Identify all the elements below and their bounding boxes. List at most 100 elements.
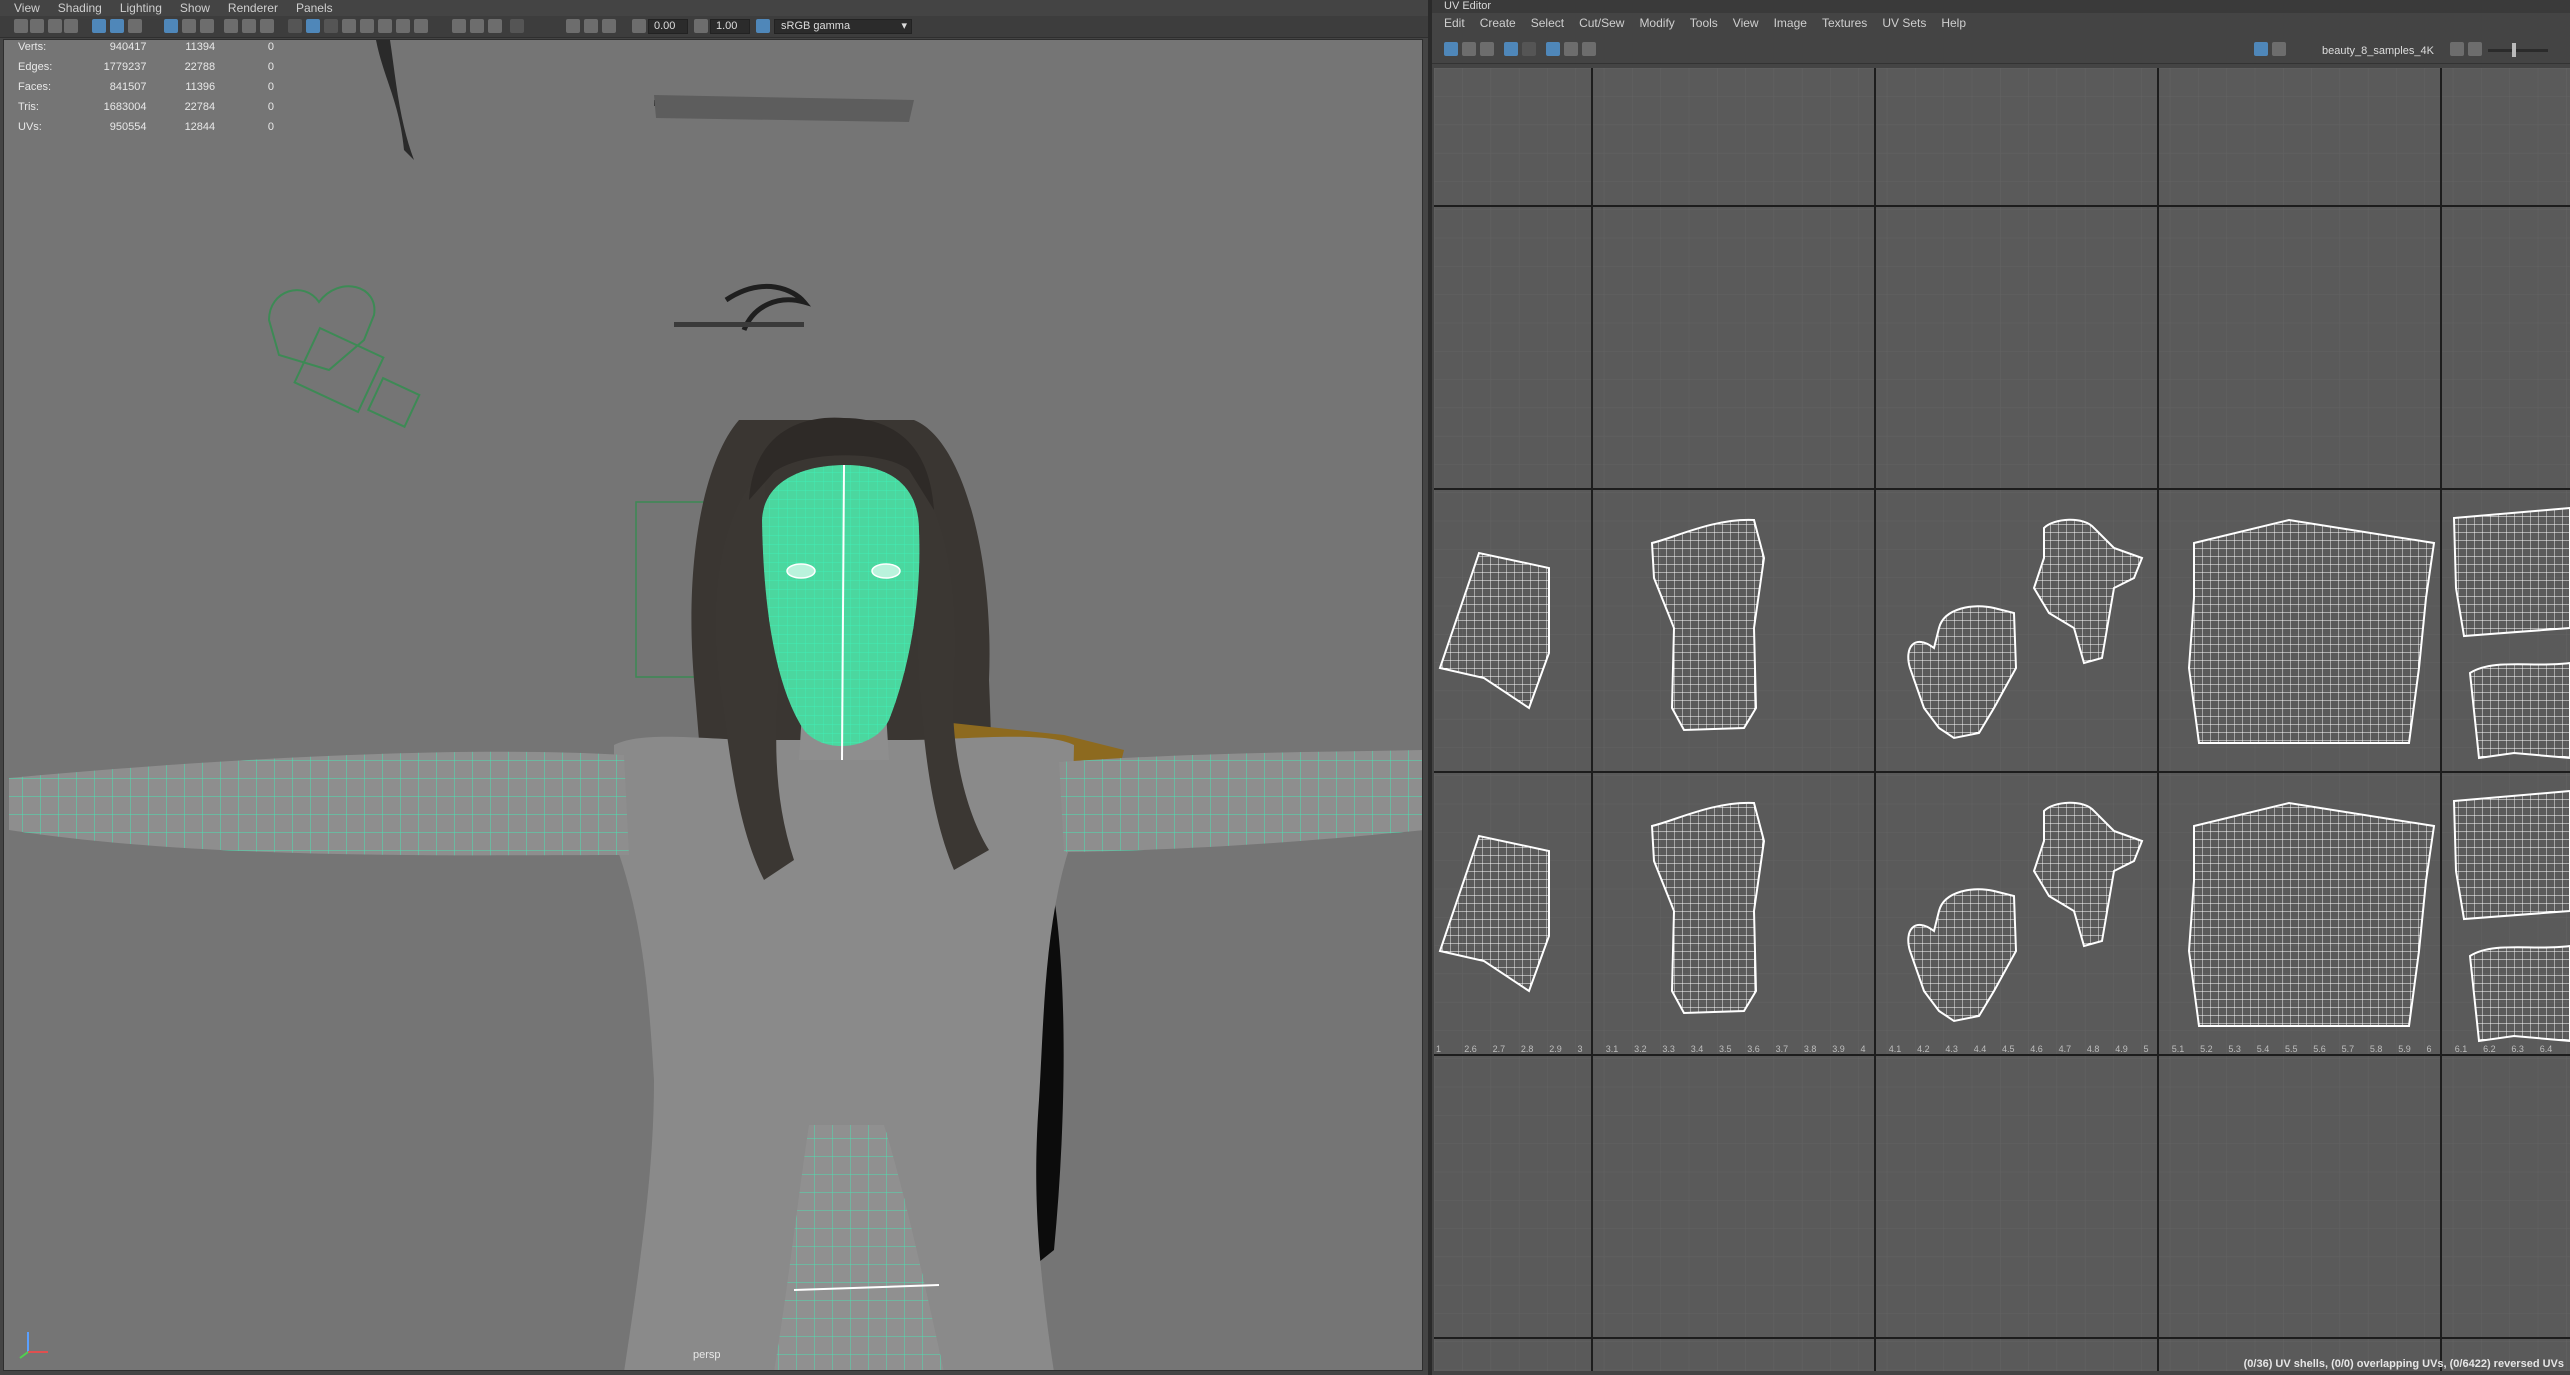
xray-icon[interactable] xyxy=(342,19,356,33)
grease-pencil-icon[interactable] xyxy=(110,19,124,33)
menu-panels[interactable]: Panels xyxy=(296,1,333,15)
uv-tick-label: 5.6 xyxy=(2313,1044,2326,1054)
exposure-icon[interactable] xyxy=(632,19,646,33)
hud-value: 12844 xyxy=(184,121,216,133)
uv-exposure-slider[interactable] xyxy=(2488,49,2548,52)
slider-handle[interactable] xyxy=(2512,43,2516,57)
bookmark-icon[interactable] xyxy=(48,19,62,33)
motion-blur-icon[interactable] xyxy=(470,19,484,33)
uv-tick-label: 3 xyxy=(1578,1044,1583,1054)
wireframe-on-shaded-icon[interactable] xyxy=(324,19,338,33)
uv-menu-view[interactable]: View xyxy=(1733,16,1759,30)
hud-value: 0 xyxy=(267,101,274,113)
hud-value: 11394 xyxy=(185,41,216,53)
menu-lighting[interactable]: Lighting xyxy=(120,1,162,15)
texture-select[interactable]: beauty_8_samples_4K xyxy=(2322,45,2434,57)
hud-row-uvs: UVs: 950554 12844 0 xyxy=(14,117,274,137)
uv-tick-label: 4.2 xyxy=(1917,1044,1930,1054)
grid-icon[interactable] xyxy=(164,19,178,33)
lights-icon[interactable] xyxy=(396,19,410,33)
field-chart-icon[interactable] xyxy=(224,19,238,33)
menu-renderer[interactable]: Renderer xyxy=(228,1,278,15)
hud-value: 11396 xyxy=(185,81,216,93)
safe-action-icon[interactable] xyxy=(242,19,256,33)
color-space-select[interactable]: sRGB gamma ▾ xyxy=(774,19,912,34)
hud-row-edges: Edges: 1779237 22788 0 xyxy=(14,57,274,77)
uv-tick-label: 4.1 xyxy=(1889,1044,1902,1054)
uv-menu-image[interactable]: Image xyxy=(1774,16,1807,30)
uv-menu-uv-sets[interactable]: UV Sets xyxy=(1882,16,1926,30)
poly-count-hud: Verts: 940417 11394 0 Edges: 1779237 227… xyxy=(14,37,274,137)
xray-active-icon[interactable] xyxy=(584,19,598,33)
safe-title-icon[interactable] xyxy=(260,19,274,33)
hud-value: 22784 xyxy=(184,101,216,113)
uv-shaded-icon[interactable] xyxy=(1504,42,1518,56)
checker-icon[interactable] xyxy=(2272,42,2286,56)
isolate-icon[interactable] xyxy=(566,19,580,33)
gamma-field[interactable]: 1.00 xyxy=(710,19,750,34)
shadows-icon[interactable] xyxy=(414,19,428,33)
uv-snapshot-icon[interactable] xyxy=(1480,42,1494,56)
eye-right xyxy=(871,563,901,579)
uv-tick-label: 3.5 xyxy=(1719,1044,1732,1054)
camera-icon[interactable] xyxy=(14,19,28,33)
hud-value: 950554 xyxy=(109,121,147,133)
uv-tick-label: 3.6 xyxy=(1747,1044,1760,1054)
uv-menu-modify[interactable]: Modify xyxy=(1639,16,1674,30)
uv-tick-label: 4.8 xyxy=(2087,1044,2100,1054)
exposure-slider-icon[interactable] xyxy=(2468,42,2482,56)
camera-attr-icon[interactable] xyxy=(30,19,44,33)
resolution-gate-icon[interactable] xyxy=(128,19,142,33)
hud-value: 0 xyxy=(267,121,274,133)
image-display-icon[interactable] xyxy=(2254,42,2268,56)
uv-menu-help[interactable]: Help xyxy=(1941,16,1966,30)
camera-lock-icon[interactable] xyxy=(602,19,616,33)
gate-mask-icon[interactable] xyxy=(200,19,214,33)
hud-value: 0 xyxy=(267,41,274,53)
uv-texture-border-icon[interactable] xyxy=(1582,42,1596,56)
hud-label: Tris: xyxy=(18,101,39,113)
uv-menu-cut-sew[interactable]: Cut/Sew xyxy=(1579,16,1624,30)
uv-tick-label: 3.2 xyxy=(1634,1044,1647,1054)
uv-menu-select[interactable]: Select xyxy=(1531,16,1564,30)
uv-menu-textures[interactable]: Textures xyxy=(1822,16,1867,30)
depth-of-field-icon[interactable] xyxy=(510,19,524,33)
image-plane-icon[interactable] xyxy=(64,19,78,33)
uv-tile-grid-icon[interactable] xyxy=(1546,42,1560,56)
xray-joints-icon[interactable] xyxy=(360,19,374,33)
film-gate-icon[interactable] xyxy=(182,19,196,33)
uv-toolbar: beauty_8_samples_4K xyxy=(1432,36,2570,64)
textured-icon[interactable] xyxy=(378,19,392,33)
uv-distortion-icon[interactable] xyxy=(1522,42,1536,56)
wireframe-icon[interactable] xyxy=(288,19,302,33)
uv-menu-create[interactable]: Create xyxy=(1480,16,1516,30)
uv-tick-label: 5.2 xyxy=(2200,1044,2213,1054)
uv-menu-tools[interactable]: Tools xyxy=(1690,16,1718,30)
uv-tick-label: 6 xyxy=(2427,1044,2432,1054)
2d-pan-icon[interactable] xyxy=(92,19,106,33)
color-management-icon[interactable] xyxy=(756,19,770,33)
menu-show[interactable]: Show xyxy=(180,1,210,15)
gear-icon[interactable] xyxy=(2450,42,2464,56)
uv-tick-label: 5.4 xyxy=(2257,1044,2270,1054)
axis-gizmo-icon xyxy=(19,1332,48,1359)
uv-tick-label: 3.1 xyxy=(1606,1044,1619,1054)
uv-tick-label: 5.3 xyxy=(2228,1044,2241,1054)
uv-shell-side-bottom xyxy=(2468,661,2570,760)
uv-checker-icon[interactable] xyxy=(1564,42,1578,56)
menu-shading[interactable]: Shading xyxy=(58,1,102,15)
uv-grid-icon[interactable] xyxy=(1444,42,1458,56)
exposure-field[interactable]: 0.00 xyxy=(648,19,688,34)
scene-canvas xyxy=(9,40,1422,1370)
uv-tick-label: 6.1 xyxy=(2455,1044,2468,1054)
gamma-icon[interactable] xyxy=(694,19,708,33)
menu-view[interactable]: View xyxy=(14,1,40,15)
antialias-icon[interactable] xyxy=(488,19,502,33)
ambient-occlusion-icon[interactable] xyxy=(452,19,466,33)
uv-canvas[interactable]: 1 2.6 2.7 2.8 2.9 3 3.1 3.2 3.3 3.4 3.5 3.6 3.7 3.8 3.… xyxy=(1434,68,2570,1371)
3d-viewport[interactable] xyxy=(3,39,1423,1371)
uv-filter-icon[interactable] xyxy=(1462,42,1476,56)
hud-value: 0 xyxy=(267,81,274,93)
smooth-shade-icon[interactable] xyxy=(306,19,320,33)
uv-menu-edit[interactable]: Edit xyxy=(1444,16,1465,30)
